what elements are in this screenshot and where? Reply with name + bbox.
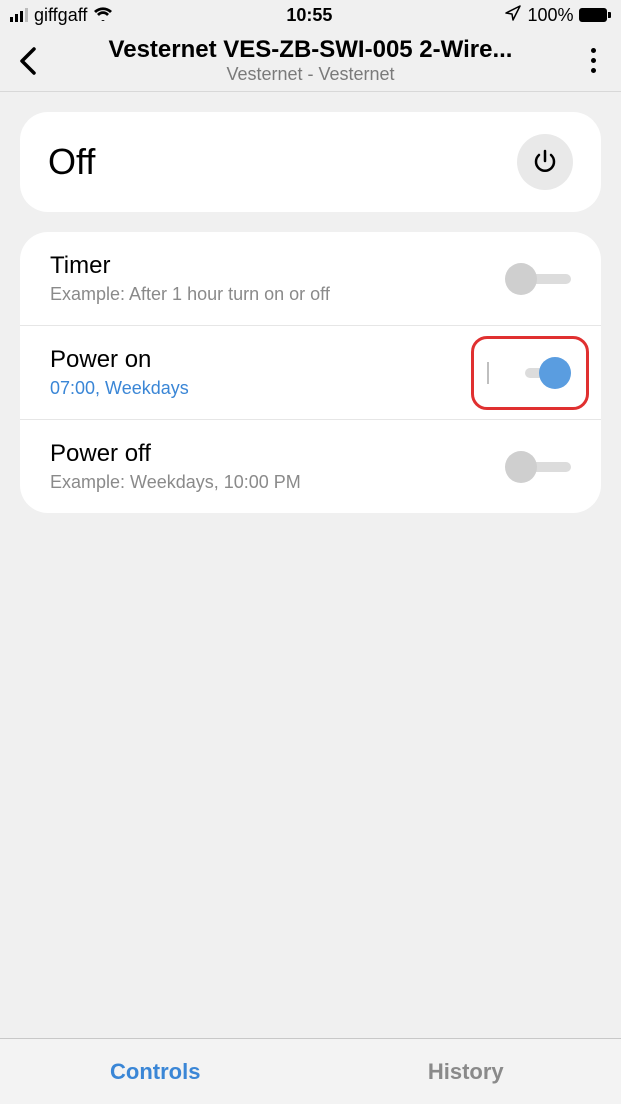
more-menu-button[interactable] <box>573 41 613 81</box>
power-button[interactable] <box>517 134 573 190</box>
chevron-left-icon <box>19 47 37 75</box>
timer-title: Timer <box>50 252 330 280</box>
tab-history[interactable]: History <box>311 1039 621 1104</box>
page-subtitle: Vesternet - Vesternet <box>50 64 571 85</box>
header-titles: Vesternet VES-ZB-SWI-005 2-Wire... Veste… <box>50 36 571 85</box>
back-button[interactable] <box>8 41 48 81</box>
device-state-label: Off <box>48 141 95 183</box>
battery-icon <box>579 8 611 22</box>
power-off-title: Power off <box>50 440 301 468</box>
power-on-subtitle: 07:00, Weekdays <box>50 378 189 399</box>
power-icon <box>531 148 559 176</box>
toggle-tick-icon <box>487 362 489 384</box>
tab-controls[interactable]: Controls <box>0 1039 311 1104</box>
power-off-toggle[interactable] <box>505 451 571 483</box>
schedule-card: Timer Example: After 1 hour turn on or o… <box>20 232 601 513</box>
content: Off Timer Example: After 1 hour turn on … <box>0 92 621 1038</box>
battery-pct: 100% <box>527 5 573 26</box>
timer-toggle[interactable] <box>505 263 571 295</box>
location-icon <box>505 5 521 26</box>
status-bar: giffgaff 10:55 100% <box>0 0 621 30</box>
timer-subtitle: Example: After 1 hour turn on or off <box>50 284 330 305</box>
power-off-subtitle: Example: Weekdays, 10:00 PM <box>50 472 301 493</box>
tab-bar: Controls History <box>0 1038 621 1104</box>
power-on-toggle[interactable] <box>505 357 571 389</box>
more-vertical-icon <box>591 48 596 73</box>
power-off-row[interactable]: Power off Example: Weekdays, 10:00 PM <box>20 420 601 513</box>
device-state-card: Off <box>20 112 601 212</box>
status-right: 100% <box>505 5 611 26</box>
status-left: giffgaff <box>10 5 113 26</box>
wifi-icon <box>93 5 113 26</box>
power-on-title: Power on <box>50 346 189 374</box>
header: Vesternet VES-ZB-SWI-005 2-Wire... Veste… <box>0 30 621 92</box>
status-time: 10:55 <box>286 5 332 26</box>
carrier-label: giffgaff <box>34 5 87 26</box>
timer-row[interactable]: Timer Example: After 1 hour turn on or o… <box>20 232 601 326</box>
page-title: Vesternet VES-ZB-SWI-005 2-Wire... <box>50 36 571 64</box>
cellular-signal-icon <box>10 8 28 22</box>
power-on-row[interactable]: Power on 07:00, Weekdays <box>20 326 601 420</box>
